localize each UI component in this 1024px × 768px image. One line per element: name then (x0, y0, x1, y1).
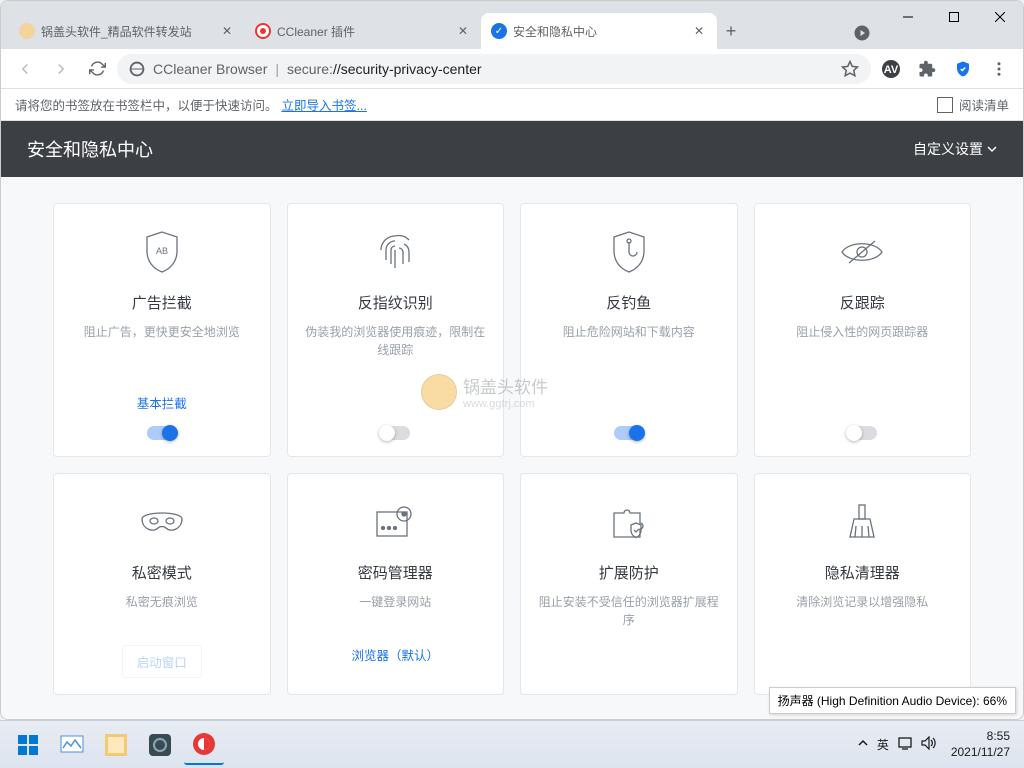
toolbar: CCleaner Browser | secure://security-pri… (1, 49, 1023, 89)
favicon (19, 23, 35, 39)
tray-chevron-icon[interactable] (857, 737, 869, 752)
card-anti-phishing[interactable]: 反钓鱼 阻止危险网站和下载内容 (520, 203, 738, 457)
card-title: 反跟踪 (840, 292, 885, 313)
card-desc: 阻止安装不受信任的浏览器扩展程序 (537, 593, 721, 678)
card-title: 私密模式 (132, 562, 192, 583)
taskbar-ccleaner[interactable] (184, 725, 224, 765)
start-button[interactable] (8, 725, 48, 765)
broom-icon (838, 498, 886, 546)
svg-text:AV: AV (884, 64, 899, 76)
tab-3-active[interactable]: ✓ 安全和隐私中心 ✕ (481, 13, 717, 49)
eye-off-icon (838, 228, 886, 276)
minimize-button[interactable] (885, 1, 931, 33)
card-title: 隐私清理器 (825, 562, 900, 583)
card-password-manager[interactable]: 密码管理器 一键登录网站 浏览器（默认） (287, 473, 505, 695)
address-bar[interactable]: CCleaner Browser | secure://security-pri… (117, 54, 871, 84)
shield-ext-icon[interactable] (947, 53, 979, 85)
network-icon[interactable] (897, 736, 913, 753)
password-icon (371, 498, 419, 546)
card-title: 反指纹识别 (358, 292, 433, 313)
addr-browser-name: CCleaner Browser (153, 61, 267, 77)
menu-icon[interactable] (983, 53, 1015, 85)
reading-list-icon (937, 97, 953, 113)
reload-button[interactable] (81, 53, 113, 85)
chevron-down-icon (987, 144, 997, 154)
tab-title: CCleaner 插件 (277, 23, 449, 40)
custom-settings-button[interactable]: 自定义设置 (913, 139, 997, 159)
favicon: ✓ (491, 23, 507, 39)
page-content: 安全和隐私中心 自定义设置 AB 广告拦截 阻止广告，更快更安全地浏览 基本拦截 (1, 121, 1023, 720)
toggle[interactable] (847, 426, 877, 440)
bookmark-star-icon[interactable] (841, 60, 859, 78)
site-info-icon[interactable] (129, 61, 145, 77)
card-desc: 阻止广告，更快更安全地浏览 (84, 323, 240, 393)
toggle[interactable] (380, 426, 410, 440)
taskbar-app-2[interactable] (96, 725, 136, 765)
media-indicator[interactable] (839, 17, 885, 49)
card-anti-fingerprint[interactable]: 反指纹识别 伪装我的浏览器使用痕迹，限制在线跟踪 (287, 203, 505, 457)
card-privacy-cleaner[interactable]: 隐私清理器 清除浏览记录以增强隐私 (754, 473, 972, 695)
maximize-button[interactable] (931, 1, 977, 33)
mask-icon (138, 498, 186, 546)
taskbar-app-3[interactable] (140, 725, 180, 765)
favicon (255, 23, 271, 39)
shield-ab-icon: AB (138, 228, 186, 276)
volume-tooltip: 扬声器 (High Definition Audio Device): 66% (769, 687, 1016, 714)
close-icon[interactable]: ✕ (219, 23, 235, 39)
toggle[interactable] (614, 426, 644, 440)
card-title: 扩展防护 (599, 562, 659, 583)
close-icon[interactable]: ✕ (455, 23, 471, 39)
taskbar-clock[interactable]: 8:55 2021/11/27 (945, 729, 1016, 760)
page-title: 安全和隐私中心 (27, 136, 153, 162)
close-icon[interactable]: ✕ (691, 23, 707, 39)
card-ad-block[interactable]: AB 广告拦截 阻止广告，更快更安全地浏览 基本拦截 (53, 203, 271, 457)
taskbar: 英 8:55 2021/11/27 (0, 720, 1024, 768)
card-link[interactable]: 浏览器（默认） (351, 645, 439, 664)
cards-grid: AB 广告拦截 阻止广告，更快更安全地浏览 基本拦截 反指纹识别 伪装我的浏览器… (1, 177, 1023, 720)
close-button[interactable] (977, 1, 1023, 33)
titlebar: 锅盖头软件_精品软件转发站 ✕ CCleaner 插件 ✕ ✓ 安全和隐私中心 … (1, 1, 1023, 49)
new-tab-button[interactable]: + (717, 13, 745, 49)
bookmark-hint: 请将您的书签放在书签栏中，以便于快速访问。 (15, 95, 278, 114)
page-header: 安全和隐私中心 自定义设置 (1, 121, 1023, 177)
tab-1[interactable]: 锅盖头软件_精品软件转发站 ✕ (9, 13, 245, 49)
import-bookmarks-link[interactable]: 立即导入书签... (282, 95, 367, 114)
tab-title: 安全和隐私中心 (513, 23, 685, 40)
card-title: 广告拦截 (132, 292, 192, 313)
fingerprint-icon (371, 228, 419, 276)
forward-button[interactable] (45, 53, 77, 85)
launch-window-button[interactable]: 启动窗口 (122, 645, 202, 678)
bookmark-bar: 请将您的书签放在书签栏中，以便于快速访问。 立即导入书签... 阅读清单 (1, 89, 1023, 121)
card-extension-guard[interactable]: 扩展防护 阻止安装不受信任的浏览器扩展程序 (520, 473, 738, 695)
card-desc: 伪装我的浏览器使用痕迹，限制在线跟踪 (304, 323, 488, 398)
card-title: 密码管理器 (358, 562, 433, 583)
svg-text:AB: AB (156, 246, 168, 256)
card-desc: 阻止侵入性的网页跟踪器 (796, 323, 928, 398)
ime-indicator[interactable]: 英 (877, 736, 889, 753)
window-controls (885, 1, 1023, 49)
shield-hook-icon (605, 228, 653, 276)
tab-strip: 锅盖头软件_精品软件转发站 ✕ CCleaner 插件 ✕ ✓ 安全和隐私中心 … (9, 13, 839, 49)
back-button[interactable] (9, 53, 41, 85)
toggle[interactable] (147, 426, 177, 440)
tab-title: 锅盖头软件_精品软件转发站 (41, 23, 213, 40)
volume-icon[interactable] (921, 736, 937, 753)
card-desc: 阻止危险网站和下载内容 (563, 323, 695, 398)
card-title: 反钓鱼 (606, 292, 651, 313)
tab-2[interactable]: CCleaner 插件 ✕ (245, 13, 481, 49)
card-desc: 清除浏览记录以增强隐私 (796, 593, 928, 678)
card-link[interactable]: 基本拦截 (137, 393, 187, 412)
card-anti-tracking[interactable]: 反跟踪 阻止侵入性的网页跟踪器 (754, 203, 972, 457)
card-desc: 一键登录网站 (359, 593, 431, 645)
puzzle-shield-icon (605, 498, 653, 546)
browser-window: 锅盖头软件_精品软件转发站 ✕ CCleaner 插件 ✕ ✓ 安全和隐私中心 … (0, 0, 1024, 720)
card-desc: 私密无痕浏览 (126, 593, 198, 645)
reading-list-button[interactable]: 阅读清单 (937, 95, 1009, 114)
card-private-mode[interactable]: 私密模式 私密无痕浏览 启动窗口 (53, 473, 271, 695)
addr-url: secure://security-privacy-center (287, 61, 482, 77)
avast-ext-icon[interactable]: AV (875, 53, 907, 85)
extensions-icon[interactable] (911, 53, 943, 85)
taskbar-app-1[interactable] (52, 725, 92, 765)
